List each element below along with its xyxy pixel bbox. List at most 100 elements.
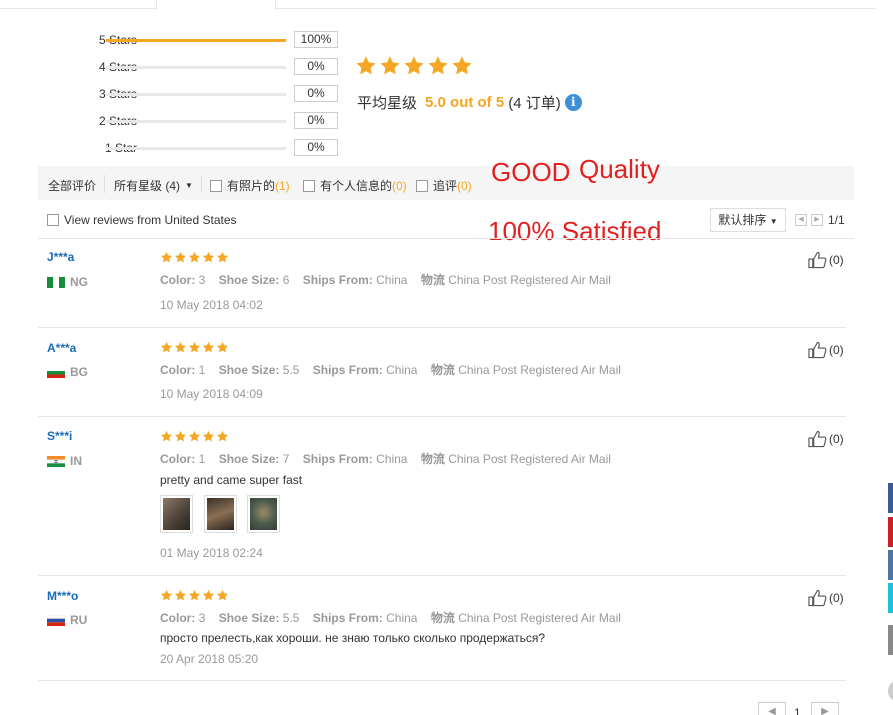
- avg-label: 平均星级: [357, 95, 418, 112]
- country-code: BG: [70, 365, 88, 379]
- dist-track: [106, 66, 286, 69]
- review-photo[interactable]: [247, 495, 280, 533]
- filter-count: (1): [275, 178, 290, 193]
- overlay-quality: Quality: [579, 154, 660, 184]
- helpful-count: (0): [829, 253, 844, 267]
- avg-score: 5.0 out of 5: [425, 94, 505, 111]
- filter-followup[interactable]: 追评 (0): [416, 177, 472, 194]
- dist-pct: 0%: [294, 58, 338, 75]
- star-icon: [188, 589, 201, 601]
- star-icon: [404, 56, 424, 75]
- helpful-button[interactable]: (0): [808, 341, 844, 359]
- prev-page-button[interactable]: ◀: [758, 702, 786, 715]
- info-icon[interactable]: i: [564, 94, 582, 111]
- dist-row-5[interactable]: 5 Stars 100%: [40, 31, 340, 49]
- reviewer-name[interactable]: J***a: [47, 250, 74, 264]
- thumbs-up-icon: [808, 341, 827, 359]
- star-icon: [216, 589, 229, 601]
- attr-shoe-size: 7: [282, 452, 290, 466]
- dist-row-3[interactable]: 3 Stars 0%: [40, 85, 340, 103]
- dist-pct: 0%: [294, 139, 338, 156]
- chevron-down-icon: ▼: [769, 217, 778, 226]
- reviewer-name[interactable]: A***a: [47, 341, 76, 355]
- prev-page-icon[interactable]: ◀: [795, 214, 807, 226]
- filter-bar: 全部评价 所有星级 (4) ▼ 有照片的 (1) 有个人信息的 (0) 追评 (…: [38, 166, 854, 200]
- checkbox[interactable]: [303, 179, 315, 192]
- view-us-toggle[interactable]: View reviews from United States: [47, 213, 237, 227]
- sort-dropdown[interactable]: 默认排序 ▼: [710, 208, 786, 232]
- share-pinterest-button[interactable]: [888, 517, 893, 547]
- filter-label: 追评: [433, 179, 458, 193]
- attr-color: 1: [198, 363, 206, 377]
- review-attributes: Color: 3 Shoe Size: 5.5 Ships From: Chin…: [160, 609, 621, 626]
- thumbs-up-icon: [808, 251, 827, 269]
- star-icon: [174, 430, 187, 442]
- flag-bg-icon: [47, 366, 65, 378]
- next-page-icon[interactable]: ▶: [811, 214, 823, 226]
- filter-with-personal[interactable]: 有个人信息的 (0): [303, 177, 407, 194]
- filter-star-select[interactable]: 所有星级 (4) ▼: [114, 177, 193, 194]
- pager-current[interactable]: 1: [794, 706, 801, 715]
- rating-stars: [355, 55, 473, 77]
- dist-row-1[interactable]: 1 Star 0%: [40, 139, 340, 157]
- review-photo[interactable]: [160, 495, 193, 533]
- star-icon: [216, 341, 229, 353]
- attr-label: 物流: [430, 363, 455, 377]
- reviewer-country: IN: [47, 454, 82, 468]
- attr-shoe-size: 5.5: [282, 611, 300, 625]
- photo-image: [250, 498, 277, 530]
- star-icon: [202, 589, 215, 601]
- tabs-line: [0, 0, 876, 9]
- attr-logistics: China Post Registered Air Mail: [448, 273, 611, 287]
- star-icon: [216, 430, 229, 442]
- attr-label: 物流: [420, 273, 445, 287]
- review-date: 20 Apr 2018 05:20: [160, 652, 259, 666]
- filter-with-photos[interactable]: 有照片的 (1): [210, 177, 290, 194]
- checkbox[interactable]: [47, 214, 59, 226]
- attr-logistics: China Post Registered Air Mail: [458, 363, 621, 377]
- helpful-count: (0): [829, 591, 844, 605]
- review-item: J***a NG Color: 3 Shoe Size: 6 Ships Fro…: [38, 239, 846, 328]
- attr-ships-from: China: [386, 363, 418, 377]
- view-us-label: View reviews from United States: [64, 213, 237, 227]
- thumbs-up-icon: [808, 430, 827, 448]
- chevron-down-icon: ▼: [185, 181, 193, 190]
- helpful-button[interactable]: (0): [808, 589, 844, 607]
- helpful-button[interactable]: (0): [808, 430, 844, 448]
- reviewer-name[interactable]: M***o: [47, 589, 78, 603]
- back-to-top-button[interactable]: [888, 680, 893, 702]
- attr-label: Shoe Size:: [218, 273, 280, 287]
- star-icon: [174, 589, 187, 601]
- dist-row-4[interactable]: 4 Stars 0%: [40, 58, 340, 76]
- star-icon: [202, 341, 215, 353]
- helpful-button[interactable]: (0): [808, 251, 844, 269]
- filter-star-label: 所有星级 (4): [114, 179, 181, 193]
- dist-row-2[interactable]: 2 Stars 0%: [40, 112, 340, 130]
- star-icon: [380, 56, 400, 75]
- tab-active[interactable]: [156, 0, 276, 10]
- share-more-button[interactable]: [888, 625, 893, 655]
- checkbox[interactable]: [210, 179, 222, 192]
- attr-label: Color:: [160, 611, 196, 625]
- attr-shoe-size: 5.5: [282, 363, 300, 377]
- review-text: pretty and came super fast: [160, 473, 303, 487]
- share-twitter-button[interactable]: [888, 583, 893, 613]
- review-photo[interactable]: [204, 495, 237, 533]
- reviewer-name[interactable]: S***i: [47, 429, 72, 443]
- attr-color: 1: [198, 452, 206, 466]
- checkbox[interactable]: [416, 179, 428, 192]
- share-vk-button[interactable]: [888, 550, 893, 580]
- attr-label: Ships From:: [312, 611, 383, 625]
- filter-count: (0): [392, 178, 407, 193]
- star-icon: [160, 251, 173, 263]
- dist-pct: 0%: [294, 85, 338, 102]
- star-icon: [188, 341, 201, 353]
- attr-logistics: China Post Registered Air Mail: [448, 452, 611, 466]
- share-facebook-button[interactable]: [888, 483, 893, 513]
- attr-label: 物流: [420, 452, 445, 466]
- review-item: A***a BG Color: 1 Shoe Size: 5.5 Ships F…: [38, 328, 846, 417]
- filter-all[interactable]: 全部评价: [48, 177, 96, 194]
- next-page-button[interactable]: ▶: [811, 702, 839, 715]
- review-date: 10 May 2018 04:09: [160, 387, 263, 401]
- review-date: 01 May 2018 02:24: [160, 546, 263, 560]
